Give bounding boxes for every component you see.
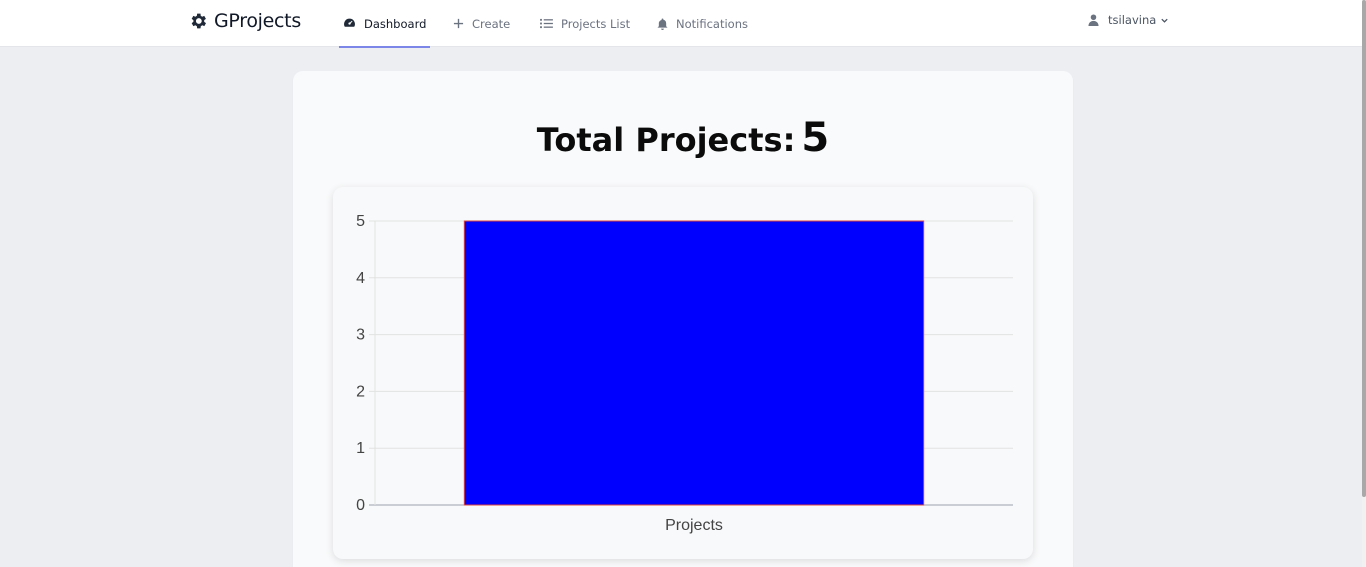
nav-dashboard-label: Dashboard [364, 16, 427, 31]
bar [463, 220, 925, 506]
dashboard-icon [344, 18, 355, 27]
y-tick-label: 5 [356, 213, 365, 230]
nav-create-label: Create [472, 16, 511, 31]
username: tsilavina [1108, 13, 1157, 27]
nav-create[interactable]: Create [453, 0, 510, 47]
gear-icon [191, 13, 206, 29]
top-navbar: GProjects Dashboard Create Projects List… [0, 0, 1362, 48]
user-menu[interactable]: tsilavina [1088, 0, 1169, 40]
y-tick-label: 4 [356, 270, 365, 287]
scrollbar-thumb[interactable] [1362, 0, 1366, 497]
bell-icon [657, 18, 668, 30]
nav-dashboard[interactable]: Dashboard [338, 0, 431, 48]
y-tick-label: 2 [356, 383, 365, 400]
brand-logo[interactable]: GProjects [188, 8, 301, 34]
plus-icon [453, 18, 464, 29]
total-projects-value: 5 [801, 115, 830, 161]
nav-notifications-label: Notifications [676, 16, 748, 31]
nav-projects-list-label: Projects List [561, 16, 631, 31]
y-tick-label: 1 [356, 440, 365, 457]
nav-projects-list[interactable]: Projects List [540, 0, 630, 47]
user-icon [1088, 14, 1099, 26]
brand-name: GProjects [214, 10, 301, 32]
y-tick-label: 3 [356, 327, 365, 344]
chevron-down-icon [1161, 18, 1168, 23]
page-scrollbar[interactable] [1362, 0, 1366, 567]
list-icon [540, 18, 553, 29]
y-tick-label: 0 [356, 497, 365, 514]
total-projects-heading: Total Projects: 5 [0, 115, 1366, 161]
projects-bar-chart: 0 1 2 3 4 5 Projects [356, 213, 1013, 534]
x-tick-label: Projects [665, 517, 723, 534]
nav-notifications[interactable]: Notifications [657, 0, 748, 47]
chart-card: 0 1 2 3 4 5 Projects [333, 187, 1033, 559]
total-projects-label: Total Projects: [536, 121, 796, 159]
